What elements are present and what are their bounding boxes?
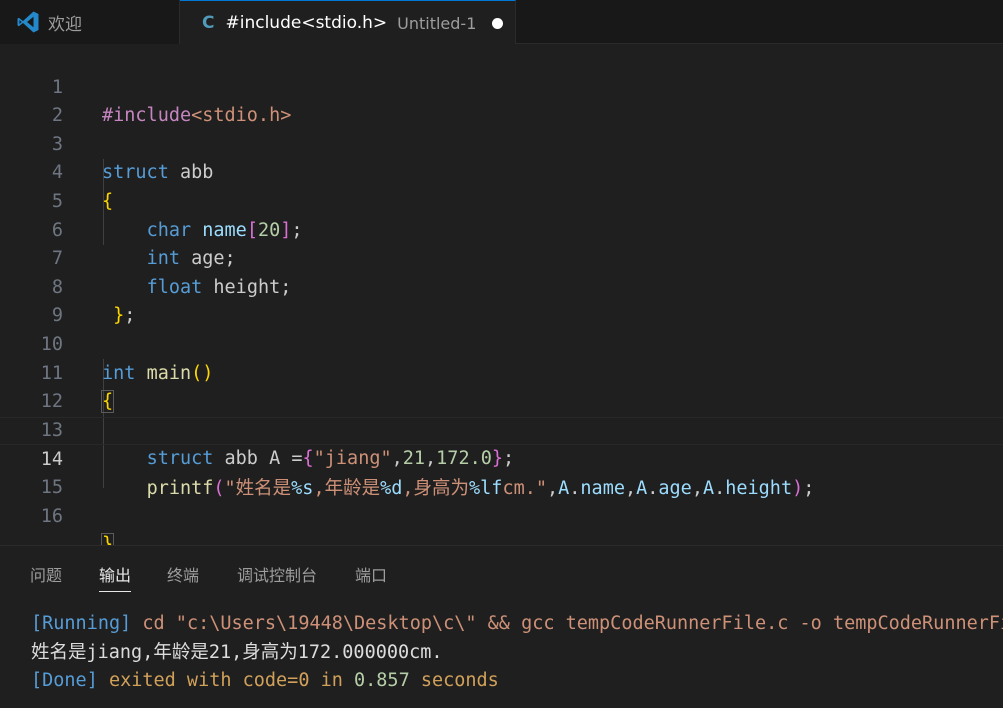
tab-debug-console[interactable]: 调试控制台 [237, 562, 317, 592]
done-text-in: in [309, 670, 355, 692]
tab-file-description: Untitled-1 [397, 13, 477, 33]
code-line-2[interactable]: 2 [0, 74, 1003, 126]
output-line-running: [Running] cd "c:\Users\19448\Desktop\c\"… [31, 610, 1003, 639]
code-line-8[interactable]: 8 }; [0, 245, 1003, 327]
tab-problems[interactable]: 问题 [30, 562, 62, 592]
done-code: code=0 [242, 670, 310, 692]
code-line-15[interactable]: 15 [0, 445, 1003, 498]
code-line-3[interactable]: 3 struct abb [0, 102, 1003, 184]
line-number: 16 [40, 505, 63, 527]
vscode-window: 欢迎 C #include<stdio.h> Untitled-1 1 #inc… [0, 0, 1003, 708]
unsaved-dot-icon[interactable] [492, 17, 504, 29]
running-tag: [Running] [31, 613, 132, 634]
code-line-16[interactable]: 16 } [0, 474, 1003, 557]
code-line-14[interactable]: 14 printf("姓名是%s,年龄是%d,身高为%lfcm.",A.name… [0, 416, 1003, 499]
editor-tab-bar: 欢迎 C #include<stdio.h> Untitled-1 [0, 0, 1003, 45]
code-line-9[interactable]: 9 [0, 274, 1003, 326]
running-command: cd "c:\Users\19448\Desktop\c\" && gcc te… [142, 613, 1003, 634]
vscode-logo-icon [17, 11, 39, 33]
code-editor[interactable]: 1 #include<stdio.h> 2 3 struct abb 4 { 5… [0, 44, 1003, 557]
code-line-7[interactable]: 7 float height; [0, 217, 1003, 298]
bottom-panel: 问题 输出 终端 调试控制台 端口 [Running] cd "c:\Users… [0, 545, 1003, 708]
c-language-icon: C [202, 13, 215, 33]
output-line-done: [Done] exited with code=0 in 0.857 secon… [31, 667, 499, 696]
code-line-5[interactable]: 5 char name[20]; [0, 159, 1003, 241]
code-line-4[interactable]: 4 { [0, 131, 1003, 212]
done-text: exited with [97, 670, 243, 692]
code-line-1[interactable]: 1 #include<stdio.h> [0, 45, 1003, 127]
tab-terminal[interactable]: 终端 [167, 562, 199, 592]
tab-ports[interactable]: 端口 [355, 562, 387, 592]
code-line-6[interactable]: 6 int age; [0, 188, 1003, 270]
done-text-seconds: seconds [409, 670, 499, 692]
panel-tab-bar: 问题 输出 终端 调试控制台 端口 [0, 546, 1003, 598]
tab-welcome-label: 欢迎 [48, 14, 82, 35]
code-line-10[interactable]: 10 int main() [0, 302, 1003, 384]
done-time: 0.857 [354, 670, 410, 692]
done-tag: [Done] [31, 670, 98, 692]
tab-file-name: #include<stdio.h> [225, 13, 388, 33]
code-line-13[interactable]: 13 struct abb A ={"jiang",21,172.0}; [0, 388, 1003, 470]
output-line-program: 姓名是jiang,年龄是21,身高为172.000000cm. [31, 641, 443, 663]
tab-output[interactable]: 输出 [99, 562, 132, 592]
output-pane[interactable]: [Running] cd "c:\Users\19448\Desktop\c\"… [0, 608, 1003, 708]
code-line-11[interactable]: 11 { [0, 331, 1003, 414]
tab-welcome[interactable]: 欢迎 [0, 0, 180, 44]
tab-untitled-1[interactable]: C #include<stdio.h> Untitled-1 [180, 0, 516, 45]
code-line-12[interactable]: 12 [0, 360, 1003, 412]
